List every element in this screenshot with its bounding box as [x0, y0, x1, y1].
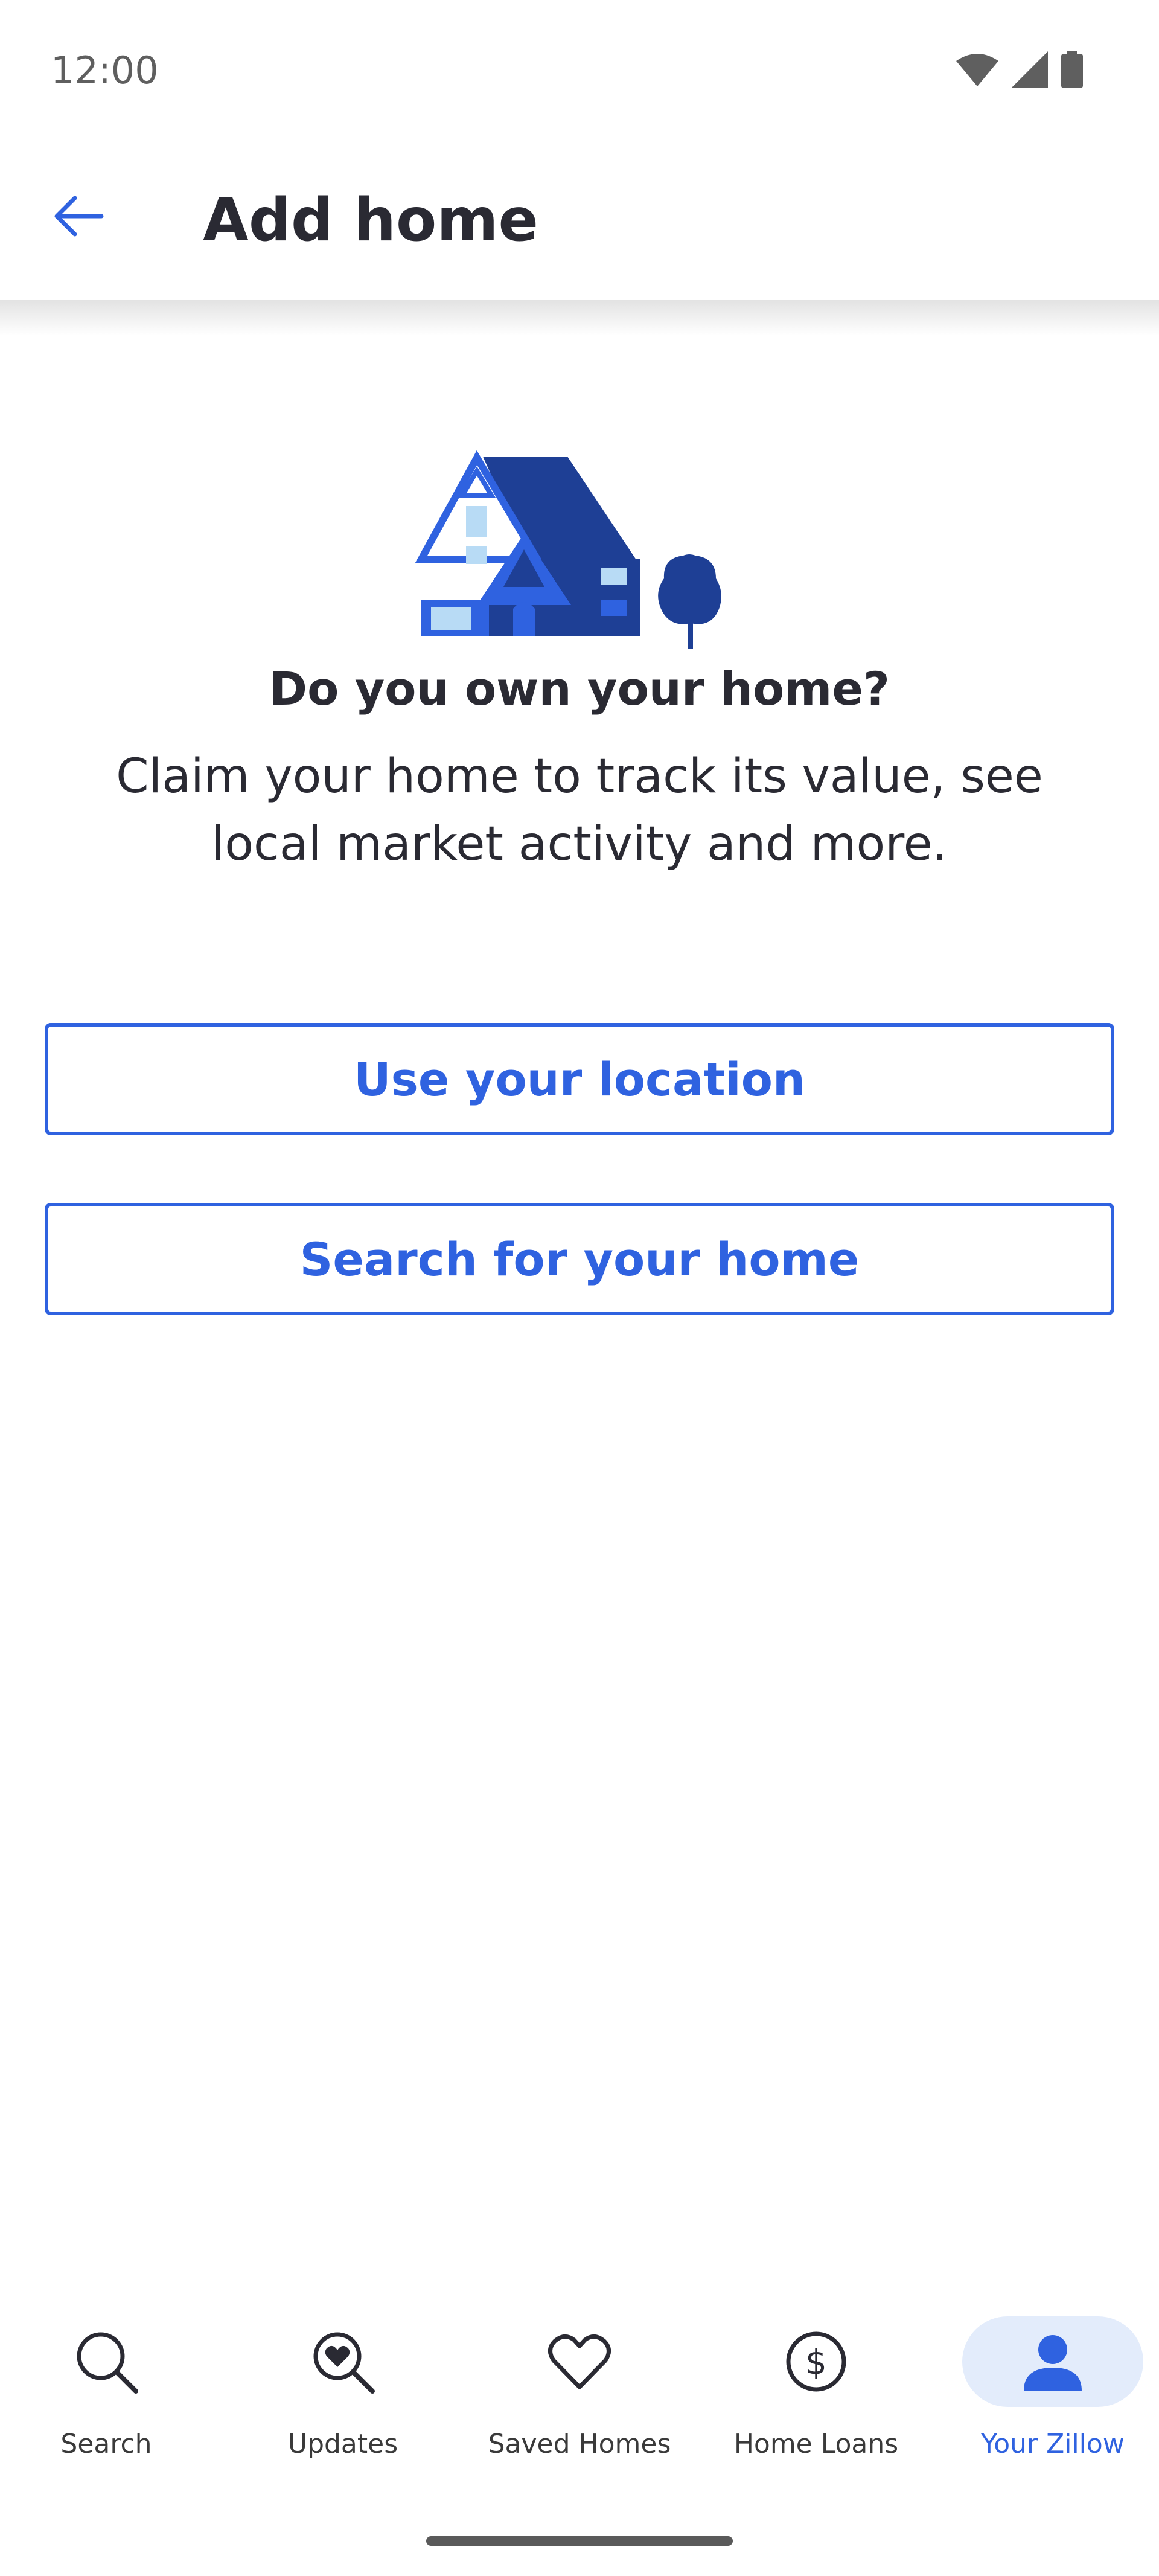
nav-label-home-loans: Home Loans	[733, 2429, 899, 2459]
use-location-label: Use your location	[353, 1052, 806, 1106]
top-app-bar: Add home	[0, 143, 1159, 300]
use-location-button[interactable]: Use your location	[45, 1023, 1114, 1135]
nav-icon-wrap	[489, 2316, 670, 2407]
nav-label-saved-homes: Saved Homes	[488, 2429, 671, 2459]
page-title: Add home	[203, 186, 538, 255]
status-time: 12:00	[51, 48, 159, 92]
nav-label-your-zillow: Your Zillow	[981, 2429, 1125, 2459]
person-icon	[1024, 2335, 1082, 2391]
status-bar: 12:00	[0, 0, 1159, 143]
nav-icon-wrap	[252, 2316, 433, 2407]
app-bar-shadow	[0, 300, 1159, 336]
back-button[interactable]	[42, 180, 115, 252]
nav-icon-wrap: $	[726, 2316, 907, 2407]
nav-item-search[interactable]: Search	[10, 2316, 203, 2473]
headline: Do you own your home?	[269, 662, 890, 716]
nav-item-home-loans[interactable]: $ Home Loans	[720, 2316, 913, 2473]
status-icons	[956, 51, 1083, 88]
nav-icon-wrap	[962, 2316, 1143, 2407]
nav-item-your-zillow[interactable]: Your Zillow	[956, 2316, 1149, 2473]
heart-icon	[548, 2334, 611, 2389]
search-home-label: Search for your home	[299, 1232, 860, 1286]
bottom-nav: Search Updates Saved Homes $ Home Loans	[0, 2295, 1159, 2476]
hero	[0, 447, 1159, 664]
dollar-circle-icon: $	[786, 2331, 846, 2392]
nav-item-updates[interactable]: Updates	[246, 2316, 439, 2473]
wifi-icon	[956, 54, 998, 86]
arrow-left-icon	[54, 196, 104, 237]
nav-label-updates: Updates	[287, 2429, 398, 2459]
nav-item-saved-homes[interactable]: Saved Homes	[483, 2316, 676, 2473]
house-illustration	[415, 450, 721, 649]
nav-label-search: Search	[60, 2429, 152, 2459]
subtext: Claim your home to track its value, see …	[116, 749, 1043, 871]
updates-icon	[313, 2332, 375, 2394]
nav-icon-wrap	[16, 2316, 197, 2407]
battery-icon	[1061, 51, 1083, 88]
search-icon	[77, 2332, 138, 2394]
search-home-button[interactable]: Search for your home	[45, 1203, 1114, 1315]
home-indicator[interactable]	[426, 2536, 733, 2546]
cellular-signal-icon	[1012, 51, 1048, 88]
svg-text:$: $	[805, 2343, 827, 2382]
